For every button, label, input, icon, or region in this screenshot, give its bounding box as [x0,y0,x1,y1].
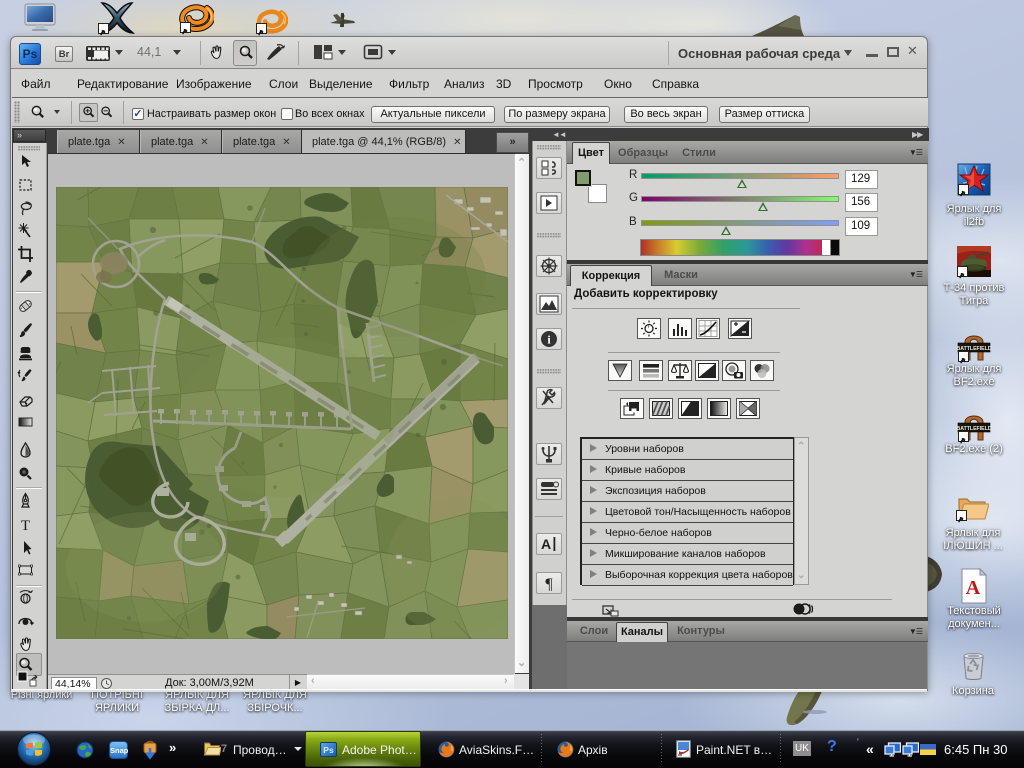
svg-text:T: T [21,518,30,534]
svg-text:A: A [541,536,551,552]
svg-text:A: A [966,577,981,599]
svg-text:¶: ¶ [545,576,553,593]
